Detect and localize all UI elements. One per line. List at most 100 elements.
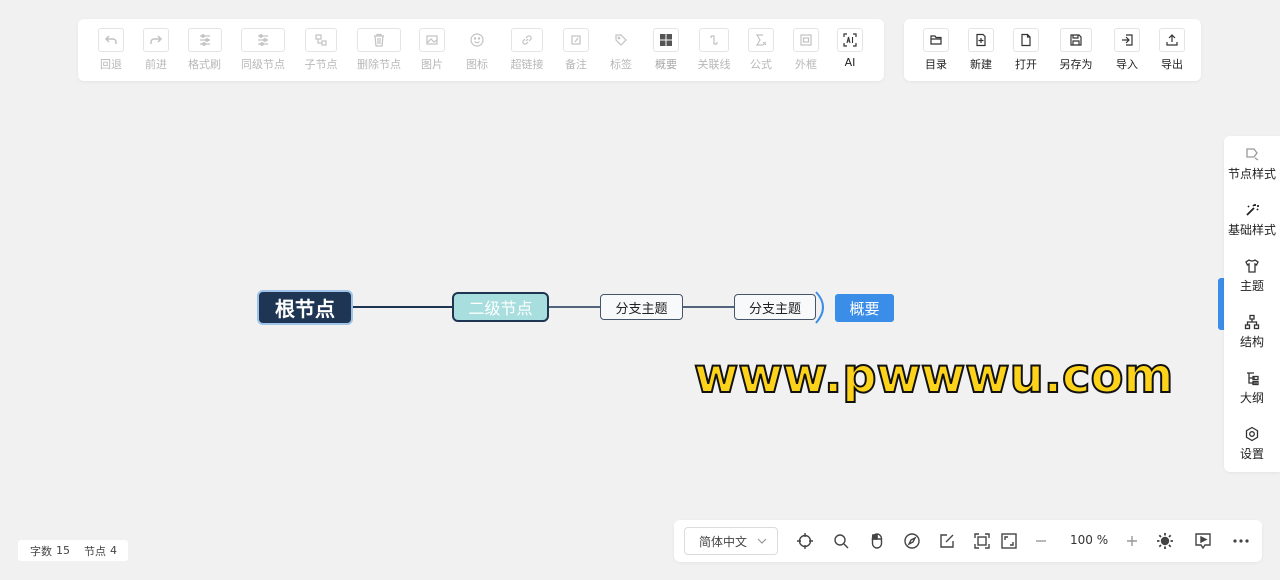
open-button[interactable]: 打开 — [1004, 28, 1048, 72]
note-button[interactable]: 备注 — [553, 28, 599, 72]
root-node[interactable]: 根节点 — [257, 290, 353, 325]
summary-bracket — [815, 291, 824, 324]
open-label: 打开 — [1015, 58, 1037, 71]
plus-icon — [1127, 536, 1137, 546]
child-node-icon — [305, 28, 337, 52]
side-item-label: 设置 — [1239, 447, 1264, 461]
export-icon — [1159, 28, 1185, 52]
bottom-toolbar: 简体中文 100 % — [674, 520, 1262, 562]
locate-button[interactable] — [796, 532, 814, 550]
import-button[interactable]: 导入 — [1104, 28, 1150, 72]
child-node-button[interactable]: 子节点 — [295, 28, 347, 72]
outer-frame-button[interactable]: 外框 — [783, 28, 829, 72]
zoom-out-button[interactable] — [1032, 532, 1050, 550]
side-item-outline[interactable]: 大纲 — [1224, 370, 1280, 406]
second-level-node[interactable]: 二级节点 — [452, 292, 549, 322]
formula-label: 公式 — [750, 58, 772, 71]
sibling-node-button[interactable]: 同级节点 — [231, 28, 295, 72]
image-label: 图片 — [421, 58, 443, 71]
summary-label: 概要 — [655, 58, 677, 71]
association-line-label: 关联线 — [697, 58, 731, 71]
shirt-icon — [1245, 259, 1259, 273]
magic-wand-icon — [1246, 204, 1259, 216]
image-button[interactable]: 图片 — [411, 28, 453, 72]
fit-screen-icon — [974, 533, 990, 549]
compass-icon — [904, 533, 920, 549]
trash-icon — [357, 28, 401, 52]
save-as-icon — [1060, 28, 1092, 52]
side-item-label: 基础样式 — [1227, 223, 1276, 237]
undo-icon — [98, 28, 124, 52]
undo-button[interactable]: 回退 — [88, 28, 134, 72]
fullscreen-button[interactable] — [1000, 532, 1018, 550]
icon-button[interactable]: 图标 — [453, 28, 501, 72]
watermark-text: www.pwwwu.com — [693, 347, 1174, 405]
crosshair-icon — [797, 533, 813, 549]
file-toolbar: 目录 新建 打开 另存为 导入 导出 — [904, 19, 1201, 81]
note-label: 备注 — [565, 58, 587, 71]
tag-label: 标签 — [610, 58, 632, 71]
save-as-button[interactable]: 另存为 — [1048, 28, 1104, 72]
chevron-down-icon — [757, 538, 767, 544]
zoom-in-button[interactable] — [1123, 532, 1141, 550]
status-bar: 字数 15 节点 4 — [18, 540, 128, 561]
edit-button[interactable] — [938, 532, 956, 550]
search-icon — [834, 534, 849, 549]
navigator-button[interactable] — [903, 532, 921, 550]
minus-icon — [1036, 540, 1046, 542]
side-item-structure[interactable]: 结构 — [1224, 314, 1280, 350]
branch-topic-node-selected[interactable]: 分支主题 — [734, 294, 816, 320]
outer-frame-label: 外框 — [795, 58, 817, 71]
redo-label: 前进 — [145, 58, 167, 71]
zoom-level: 100 % — [1070, 533, 1109, 547]
node-style-icon — [1246, 148, 1259, 161]
mindmap-connectors — [353, 291, 824, 324]
association-line-button[interactable]: 关联线 — [689, 28, 739, 72]
tag-button[interactable]: 标签 — [599, 28, 643, 72]
new-button[interactable]: 新建 — [958, 28, 1004, 72]
side-item-label: 大纲 — [1239, 391, 1264, 405]
fit-view-button[interactable] — [973, 532, 991, 550]
side-item-base-style[interactable]: 基础样式 — [1224, 202, 1280, 238]
outer-frame-icon — [793, 28, 819, 52]
ai-button[interactable]: AI — [829, 28, 871, 69]
file-icon — [1013, 28, 1039, 52]
outline-icon — [1247, 372, 1259, 386]
more-icon — [1233, 539, 1249, 543]
mouse-mode-button[interactable] — [868, 532, 886, 550]
association-line-icon — [699, 28, 729, 52]
summary-button[interactable]: 概要 — [643, 28, 689, 72]
tag-icon — [608, 28, 634, 52]
directory-button[interactable]: 目录 — [914, 28, 958, 72]
presentation-button[interactable] — [1194, 532, 1212, 550]
mouse-icon — [871, 533, 883, 549]
image-icon — [419, 28, 445, 52]
language-select[interactable]: 简体中文 — [684, 527, 778, 555]
hyperlink-button[interactable]: 超链接 — [501, 28, 553, 72]
theme-toggle-button[interactable] — [1156, 532, 1174, 550]
child-node-label: 子节点 — [304, 58, 338, 71]
delete-node-label: 删除节点 — [357, 58, 401, 71]
format-brush-button[interactable]: 格式刷 — [178, 28, 231, 72]
side-item-node-style[interactable]: 节点样式 — [1224, 146, 1280, 182]
export-button[interactable]: 导出 — [1150, 28, 1194, 72]
side-item-settings[interactable]: 设置 — [1224, 426, 1280, 462]
redo-button[interactable]: 前进 — [134, 28, 178, 72]
note-icon — [563, 28, 589, 52]
formula-button[interactable]: 公式 — [739, 28, 783, 72]
sun-icon — [1157, 533, 1173, 549]
summary-icon — [653, 28, 679, 52]
node-count-value: 4 — [110, 544, 117, 557]
export-label: 导出 — [1161, 58, 1183, 71]
import-label: 导入 — [1116, 58, 1138, 71]
summary-node[interactable]: 概要 — [835, 294, 894, 322]
word-count-label: 字数 — [30, 544, 52, 558]
side-item-theme[interactable]: 主题 — [1224, 258, 1280, 294]
directory-label: 目录 — [925, 58, 947, 71]
format-brush-label: 格式刷 — [188, 58, 221, 71]
side-panel: 节点样式 基础样式 主题 结构 大纲 设置 — [1224, 136, 1280, 472]
branch-topic-node[interactable]: 分支主题 — [600, 294, 683, 320]
delete-node-button[interactable]: 删除节点 — [347, 28, 411, 72]
more-button[interactable] — [1232, 532, 1250, 550]
search-button[interactable] — [832, 532, 850, 550]
